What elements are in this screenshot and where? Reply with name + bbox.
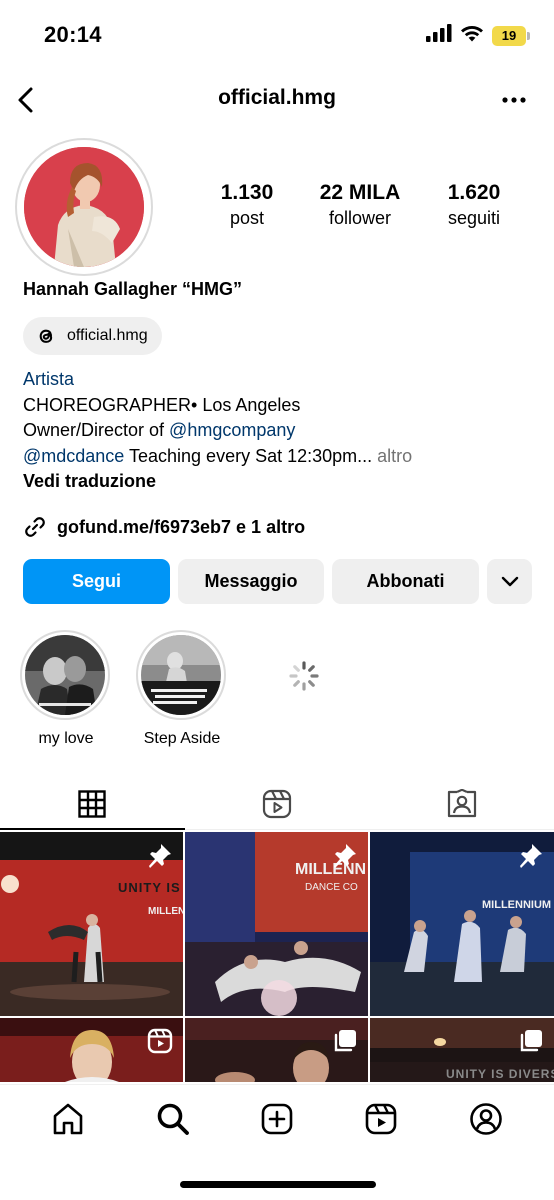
threads-badge[interactable]: official.hmg bbox=[23, 317, 162, 355]
highlight-label: Step Aside bbox=[143, 730, 221, 747]
posts-grid: UNITY IS E MILLEN MILLENN DANCE CO bbox=[0, 832, 554, 1082]
profile-category: Artista bbox=[23, 369, 75, 389]
more-options-button[interactable] bbox=[498, 84, 530, 116]
profile-icon bbox=[469, 1103, 502, 1135]
post-thumbnail[interactable]: UNITY IS E MILLEN bbox=[0, 832, 183, 1016]
external-link-text: gofund.me/f6973eb7 e 1 altro bbox=[57, 516, 306, 537]
tab-reels[interactable] bbox=[185, 778, 370, 829]
post-caption: MILLENNIUM bbox=[482, 899, 551, 911]
stat-following-value: 1.620 bbox=[447, 181, 501, 204]
highlight-cover bbox=[25, 635, 105, 715]
highlight-ring bbox=[136, 630, 226, 720]
status-time: 20:14 bbox=[44, 22, 102, 47]
pinned-icon bbox=[147, 842, 173, 873]
stat-posts[interactable]: 1.130 post bbox=[187, 180, 307, 230]
nav-search[interactable] bbox=[143, 1097, 203, 1141]
stat-followers-label: follower bbox=[328, 208, 392, 228]
profile-bio: Artista CHOREOGRAPHER• Los Angeles Owner… bbox=[23, 367, 412, 495]
external-link[interactable]: gofund.me/f6973eb7 e 1 altro bbox=[23, 515, 305, 539]
bio-text: Owner/Director of bbox=[23, 420, 170, 440]
highlight-label: my love bbox=[38, 730, 94, 747]
pinned-icon bbox=[518, 842, 544, 873]
pinned-icon bbox=[332, 842, 358, 873]
reels-icon bbox=[262, 789, 292, 818]
nav-reels[interactable] bbox=[351, 1097, 411, 1141]
bio-line: @mdcdance Teaching every Sat 12:30pm... … bbox=[23, 444, 412, 470]
post-caption: UNITY IS DIVERSE bbox=[446, 1067, 554, 1081]
bio-text: Teaching every Sat 12:30pm... bbox=[124, 445, 373, 466]
tagged-icon bbox=[447, 788, 476, 817]
carousel-icon bbox=[518, 1028, 544, 1059]
profile-tabs bbox=[0, 778, 554, 830]
stat-posts-value: 1.130 bbox=[220, 181, 274, 204]
post-caption: UNITY IS E bbox=[118, 880, 183, 895]
post-caption: DANCE CO bbox=[305, 882, 358, 893]
carousel-icon bbox=[332, 1028, 358, 1059]
mention-link[interactable]: @mdcdance bbox=[23, 446, 124, 466]
threads-handle: official.hmg bbox=[67, 327, 148, 344]
suggested-accounts-button[interactable] bbox=[487, 559, 532, 604]
profile-actions: Segui Messaggio Abbonati bbox=[23, 559, 532, 604]
add-post-icon bbox=[261, 1103, 293, 1135]
bio-line: CHOREOGRAPHER• Los Angeles bbox=[23, 394, 301, 415]
status-icons: 19 bbox=[426, 24, 530, 47]
home-icon bbox=[53, 1103, 83, 1135]
subscribe-button[interactable]: Abbonati bbox=[332, 559, 479, 604]
reels-icon bbox=[366, 1103, 397, 1135]
threads-icon bbox=[39, 329, 53, 343]
highlight-cover bbox=[141, 635, 221, 715]
post-caption: MILLEN bbox=[148, 906, 183, 917]
post-thumbnail[interactable] bbox=[185, 1018, 368, 1082]
nav-home[interactable] bbox=[38, 1097, 98, 1141]
post-thumbnail[interactable]: UNITY IS DIVERSE bbox=[370, 1018, 554, 1082]
bottom-navigation bbox=[0, 1084, 554, 1200]
post-thumbnail[interactable] bbox=[0, 1018, 183, 1082]
story-highlight[interactable]: my love bbox=[20, 630, 112, 748]
highlight-ring bbox=[20, 630, 110, 720]
mention-link[interactable]: @hmgcompany bbox=[169, 420, 295, 440]
stat-posts-label: post bbox=[229, 208, 265, 228]
nav-profile[interactable] bbox=[456, 1097, 516, 1141]
link-icon bbox=[25, 517, 45, 537]
chevron-down-icon bbox=[501, 576, 518, 586]
home-indicator bbox=[180, 1181, 376, 1188]
profile-header: official.hmg bbox=[0, 78, 554, 122]
profile-avatar[interactable] bbox=[15, 138, 153, 276]
story-highlight[interactable]: Step Aside bbox=[136, 630, 228, 748]
see-translation-link[interactable]: Vedi traduzione bbox=[23, 469, 412, 495]
avatar-image bbox=[24, 147, 144, 267]
stat-followers-value: 22 MILA bbox=[319, 181, 401, 204]
stat-following-label: seguiti bbox=[447, 208, 501, 228]
tab-posts-grid[interactable] bbox=[0, 778, 185, 830]
follow-button[interactable]: Segui bbox=[23, 559, 170, 604]
bio-line: Owner/Director of @hmgcompany bbox=[23, 418, 412, 444]
loading-spinner-icon bbox=[286, 658, 322, 694]
reel-icon bbox=[147, 1028, 173, 1059]
search-icon bbox=[157, 1103, 189, 1135]
status-bar: 20:14 19 bbox=[0, 0, 554, 70]
battery-icon: 19 bbox=[492, 25, 530, 46]
wifi-icon bbox=[460, 24, 484, 47]
stat-following[interactable]: 1.620 seguiti bbox=[414, 180, 534, 230]
message-button[interactable]: Messaggio bbox=[178, 559, 324, 604]
grid-icon bbox=[78, 789, 107, 818]
display-name: Hannah Gallagher “HMG” bbox=[23, 279, 243, 299]
cellular-signal-icon bbox=[426, 24, 452, 47]
post-thumbnail[interactable]: MILLENNIUM bbox=[370, 832, 554, 1016]
bio-more-link[interactable]: altro bbox=[372, 446, 412, 466]
tab-tagged[interactable] bbox=[369, 778, 554, 829]
post-thumbnail[interactable]: MILLENN DANCE CO bbox=[185, 832, 368, 1016]
profile-username: official.hmg bbox=[218, 86, 336, 109]
more-horizontal-icon bbox=[502, 97, 526, 103]
stat-followers[interactable]: 22 MILA follower bbox=[300, 180, 420, 230]
nav-create[interactable] bbox=[247, 1097, 307, 1141]
